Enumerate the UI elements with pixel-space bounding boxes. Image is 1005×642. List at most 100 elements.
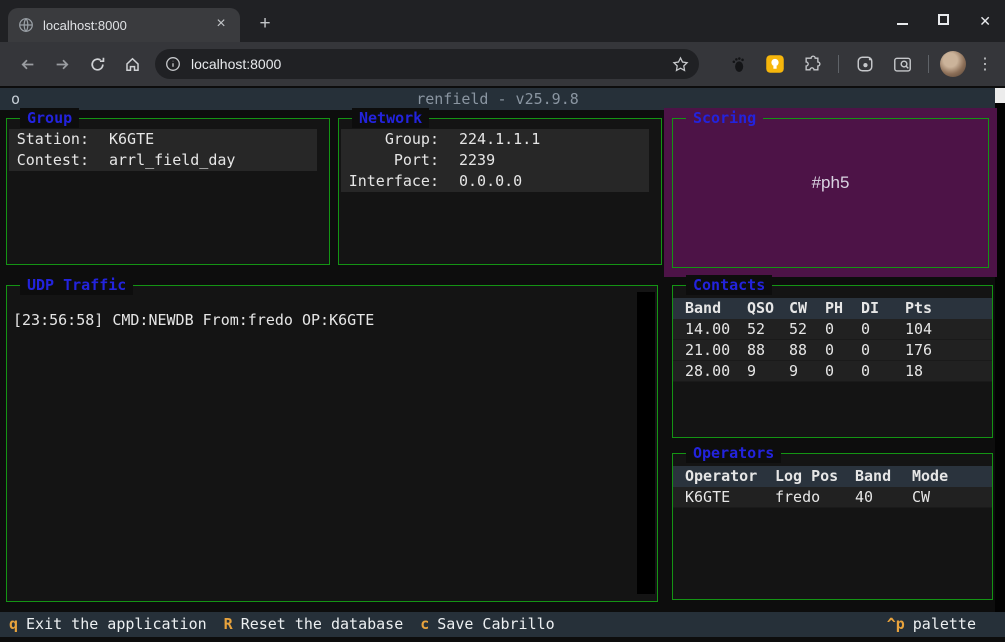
operators-column-header: Log Pos	[775, 466, 855, 487]
contacts-column-header: Pts	[905, 298, 965, 319]
contacts-column-header: Band	[685, 298, 747, 319]
operators-table: OperatorLog PosBandModeK6GTEfredo40CW	[673, 466, 992, 508]
field-label: Group:	[347, 129, 439, 150]
contacts-cell: 104	[905, 319, 965, 339]
field-value: 0.0.0.0	[459, 171, 522, 192]
operators-cell: 40	[855, 487, 912, 507]
contacts-cell: 176	[905, 340, 965, 360]
field-row: Contest:arrl_field_day	[9, 150, 317, 171]
new-tab-button[interactable]: +	[252, 11, 278, 37]
footer-binding-q[interactable]: qExit the application	[9, 612, 207, 637]
footer-label: Save Cabrillo	[437, 615, 554, 633]
operators-panel-title: Operators	[686, 443, 781, 463]
address-bar[interactable]: localhost:8000	[155, 49, 699, 79]
browser-toolbar: localhost:8000	[0, 42, 1005, 86]
contacts-cell: 52	[789, 319, 825, 339]
maximize-icon	[938, 14, 949, 25]
back-icon	[19, 56, 36, 73]
gnome-extension-icon[interactable]	[723, 49, 753, 79]
contacts-cell: 14.00	[685, 319, 747, 339]
app-header: o renfield - v25.9.8	[0, 88, 995, 110]
field-label: Contest:	[15, 150, 89, 171]
contacts-column-header: PH	[825, 298, 861, 319]
udp-traffic-panel-title: UDP Traffic	[20, 275, 133, 295]
contacts-cell: 0	[861, 319, 905, 339]
scoring-block: Scoring #ph5	[664, 108, 997, 277]
extensions-puzzle-icon[interactable]	[797, 49, 827, 79]
page-scrollbar-thumb[interactable]	[995, 88, 1005, 103]
field-label: Station:	[15, 129, 89, 150]
contacts-cell: 0	[825, 361, 861, 381]
field-label: Port:	[347, 150, 439, 171]
contacts-cell: 18	[905, 361, 965, 381]
footer-binding-c[interactable]: c Save Cabrillo	[420, 612, 554, 637]
bookmark-star-icon[interactable]	[672, 56, 689, 73]
reload-button[interactable]	[80, 47, 115, 81]
close-window-button[interactable]: ✕	[979, 14, 991, 28]
footer-key: q	[9, 615, 18, 633]
tab-close-icon[interactable]: ×	[212, 16, 230, 34]
site-info-icon[interactable]	[165, 56, 181, 72]
avatar[interactable]	[940, 51, 966, 77]
side-panel-search-icon[interactable]	[887, 49, 917, 79]
contacts-column-header: DI	[861, 298, 905, 319]
field-value: 224.1.1.1	[459, 129, 540, 150]
group-panel: Group Station:K6GTEContest:arrl_field_da…	[6, 118, 330, 265]
forward-button[interactable]	[45, 47, 80, 81]
footer-key: c	[420, 615, 429, 633]
field-row: Station:K6GTE	[9, 129, 317, 150]
contacts-row[interactable]: 21.00888800176	[673, 340, 992, 361]
footer-palette-binding[interactable]: ^ppalette	[887, 612, 976, 637]
contacts-cell: 88	[789, 340, 825, 360]
contacts-cell: 52	[747, 319, 789, 339]
browser-tab[interactable]: localhost:8000 ×	[8, 8, 240, 42]
contacts-cell: 0	[861, 340, 905, 360]
field-value: 2239	[459, 150, 495, 171]
network-fields: Group: 224.1.1.1 Port: 2239Interface:0.0.0.…	[339, 129, 661, 192]
contacts-column-header: CW	[789, 298, 825, 319]
footer-bar: qExit the application RReset the database…	[0, 612, 1005, 637]
tab-strip: localhost:8000 × + ✕	[0, 0, 1005, 42]
minimize-button[interactable]	[897, 12, 908, 30]
scoring-panel-title: Scoring	[686, 108, 763, 128]
operators-row[interactable]: K6GTEfredo40CW	[673, 487, 992, 508]
footer-binding-R[interactable]: RReset the database	[224, 612, 404, 637]
operators-cell: K6GTE	[685, 487, 775, 507]
udp-log-line: [23:56:58] CMD:NEWDB From:fredo OP:K6GTE	[13, 310, 629, 330]
scoring-panel: Scoring #ph5	[672, 118, 989, 268]
page-title: renfield - v25.9.8	[416, 90, 579, 108]
group-panel-title: Group	[20, 108, 79, 128]
operators-header-row: OperatorLog PosBandMode	[673, 466, 992, 487]
network-panel-title: Network	[352, 108, 429, 128]
toolbar-separator	[928, 55, 929, 73]
lens-icon[interactable]	[850, 49, 880, 79]
udp-log: [23:56:58] CMD:NEWDB From:fredo OP:K6GTE	[13, 310, 629, 330]
tab-title: localhost:8000	[43, 18, 212, 33]
field-row: Group: 224.1.1.1	[341, 129, 649, 150]
window-controls: ✕	[897, 0, 991, 42]
footer-key: R	[224, 615, 233, 633]
maximize-button[interactable]	[938, 12, 949, 30]
back-button[interactable]	[10, 47, 45, 81]
keep-extension-icon[interactable]	[760, 49, 790, 79]
contacts-cell: 9	[747, 361, 789, 381]
contacts-table: BandQSOCWPHDIPts14.0052520010421.0088880…	[673, 298, 992, 382]
contacts-cell: 0	[825, 340, 861, 360]
contacts-cell: 0	[825, 319, 861, 339]
operators-cell: fredo	[775, 487, 855, 507]
scoring-value: #ph5	[673, 173, 988, 193]
contacts-header-row: BandQSOCWPHDIPts	[673, 298, 992, 319]
udp-scrollbar[interactable]	[637, 292, 655, 594]
contacts-cell: 0	[861, 361, 905, 381]
address-text[interactable]: localhost:8000	[191, 56, 672, 72]
contacts-row[interactable]: 14.00525200104	[673, 319, 992, 340]
contacts-cell: 21.00	[685, 340, 747, 360]
contacts-row[interactable]: 28.00990018	[673, 361, 992, 382]
minimize-icon	[897, 23, 908, 25]
menu-kebab-icon[interactable]: ⋮	[973, 54, 997, 74]
operators-panel: Operators OperatorLog PosBandModeK6GTEfr…	[672, 453, 993, 600]
command-palette-button[interactable]: o	[11, 88, 20, 110]
home-button[interactable]	[115, 47, 150, 81]
contacts-panel: Contacts BandQSOCWPHDIPts14.005252001042…	[672, 285, 993, 438]
field-row: Interface:0.0.0.0	[341, 171, 649, 192]
